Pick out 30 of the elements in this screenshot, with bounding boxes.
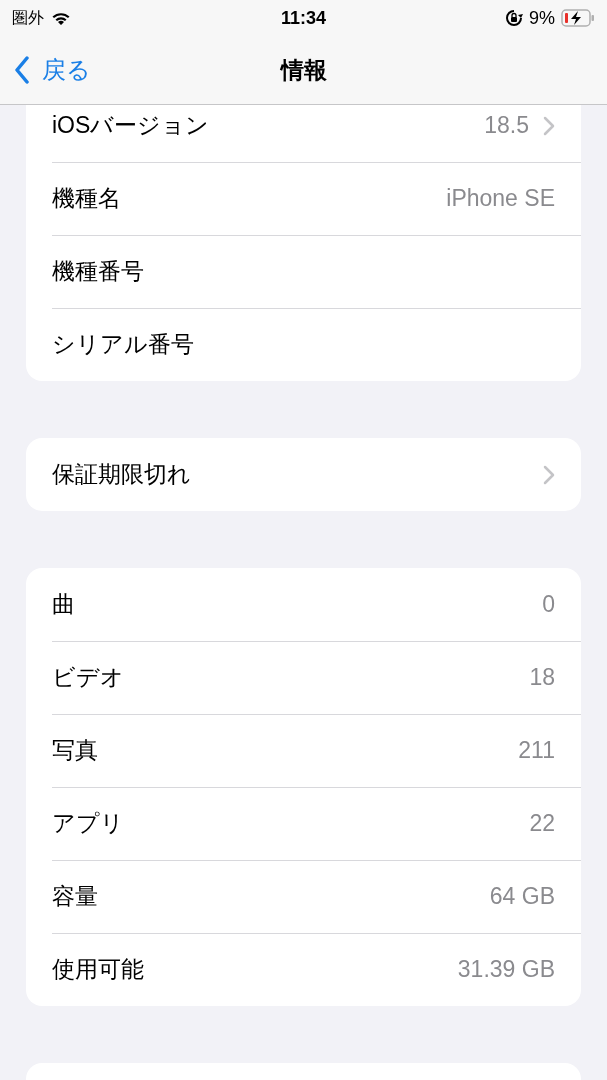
row-value: iPhone SE xyxy=(446,185,555,212)
wifi-icon xyxy=(50,10,72,26)
battery-icon xyxy=(561,9,595,27)
row-label: 容量 xyxy=(52,882,98,911)
row-label: 機種番号 xyxy=(52,257,144,286)
chevron-right-icon xyxy=(543,464,555,485)
row-label: 使用可能 xyxy=(52,955,144,984)
carrier-text: 圏外 xyxy=(12,7,44,28)
status-time: 11:34 xyxy=(280,7,326,29)
chevron-left-icon xyxy=(14,56,30,84)
row-label: 写真 xyxy=(52,736,98,765)
row-label: 保証期限切れ xyxy=(52,460,191,489)
row-value: 18.5 xyxy=(484,112,529,139)
row-label: iOSバージョン xyxy=(52,111,210,140)
row-label: ビデオ xyxy=(52,663,124,692)
chevron-right-icon xyxy=(543,115,555,136)
row-label: 機種名 xyxy=(52,184,121,213)
rotation-lock-icon xyxy=(505,9,523,27)
row-label: 曲 xyxy=(52,590,75,619)
battery-percent: 9% xyxy=(529,7,555,29)
row-value: 31.39 GB xyxy=(457,956,555,983)
row-label: シリアル番号 xyxy=(52,330,194,359)
row-label: アプリ xyxy=(52,809,124,838)
row-value: 0 xyxy=(542,591,555,618)
back-button[interactable]: 戻る xyxy=(0,54,91,86)
page-title: 情報 xyxy=(280,55,327,85)
row-value: 22 xyxy=(529,810,555,837)
row-value: 211 xyxy=(518,737,555,764)
row-value: 64 GB xyxy=(489,883,555,910)
row-value: 18 xyxy=(529,664,555,691)
